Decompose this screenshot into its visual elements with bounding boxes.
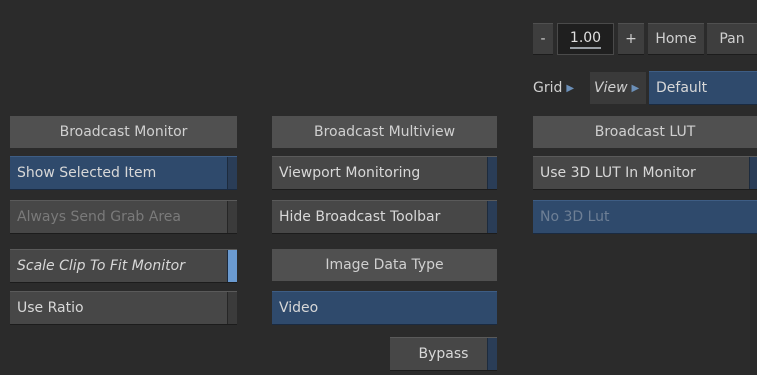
bypass-label: Bypass xyxy=(418,346,469,362)
always-send-grab-area-label: Always Send Grab Area xyxy=(17,209,181,225)
show-selected-item-toggle[interactable]: Show Selected Item xyxy=(10,156,237,190)
zoom-in-button[interactable]: + xyxy=(618,23,644,55)
arrow-right-icon: ▶ xyxy=(631,82,640,94)
zoom-value-field[interactable]: 1.00 xyxy=(557,23,614,55)
broadcast-monitor-header: Broadcast Monitor xyxy=(10,116,237,148)
toggle-indicator xyxy=(227,157,237,189)
home-button[interactable]: Home xyxy=(648,23,704,55)
view-mode-value: Default xyxy=(656,80,708,96)
toggle-indicator xyxy=(487,157,497,189)
view-label: View xyxy=(594,80,628,96)
scale-clip-to-fit-label: Scale Clip To Fit Monitor xyxy=(17,258,185,274)
toggle-indicator-on xyxy=(227,250,237,282)
lut-file-value: No 3D Lut xyxy=(540,209,610,225)
view-mode-dropdown[interactable]: Default xyxy=(649,71,757,105)
scale-clip-to-fit-toggle[interactable]: Scale Clip To Fit Monitor xyxy=(10,249,237,283)
zoom-value: 1.00 xyxy=(569,30,602,49)
grid-toggle[interactable]: Grid ▶ xyxy=(533,72,588,104)
toggle-indicator xyxy=(487,338,497,370)
hide-broadcast-toolbar-toggle[interactable]: Hide Broadcast Toolbar xyxy=(272,200,497,234)
always-send-grab-area-toggle[interactable]: Always Send Grab Area xyxy=(10,200,237,234)
image-data-type-value: Video xyxy=(279,300,319,316)
broadcast-lut-header: Broadcast LUT xyxy=(533,116,757,148)
toggle-indicator xyxy=(487,201,497,233)
use-3d-lut-label: Use 3D LUT In Monitor xyxy=(540,165,696,181)
toggle-indicator xyxy=(227,201,237,233)
broadcast-multiview-header: Broadcast Multiview xyxy=(272,116,497,148)
toggle-indicator xyxy=(227,292,237,324)
use-3d-lut-toggle[interactable]: Use 3D LUT In Monitor xyxy=(533,156,757,190)
viewport-monitoring-toggle[interactable]: Viewport Monitoring xyxy=(272,156,497,190)
view-selector[interactable]: View ▶ xyxy=(590,72,646,104)
bypass-toggle[interactable]: Bypass xyxy=(390,337,497,371)
zoom-out-button[interactable]: - xyxy=(533,23,553,55)
arrow-right-icon: ▶ xyxy=(566,82,575,94)
grid-label: Grid xyxy=(533,80,563,96)
lut-file-dropdown[interactable]: No 3D Lut xyxy=(533,200,757,234)
use-ratio-label: Use Ratio xyxy=(17,300,84,316)
show-selected-item-label: Show Selected Item xyxy=(17,165,157,181)
image-data-type-header: Image Data Type xyxy=(272,249,497,281)
use-ratio-toggle[interactable]: Use Ratio xyxy=(10,291,237,325)
toggle-indicator xyxy=(749,157,757,189)
pan-button[interactable]: Pan xyxy=(707,23,757,55)
viewport-monitoring-label: Viewport Monitoring xyxy=(279,165,421,181)
image-data-type-dropdown[interactable]: Video xyxy=(272,291,497,325)
hide-broadcast-toolbar-label: Hide Broadcast Toolbar xyxy=(279,209,441,225)
